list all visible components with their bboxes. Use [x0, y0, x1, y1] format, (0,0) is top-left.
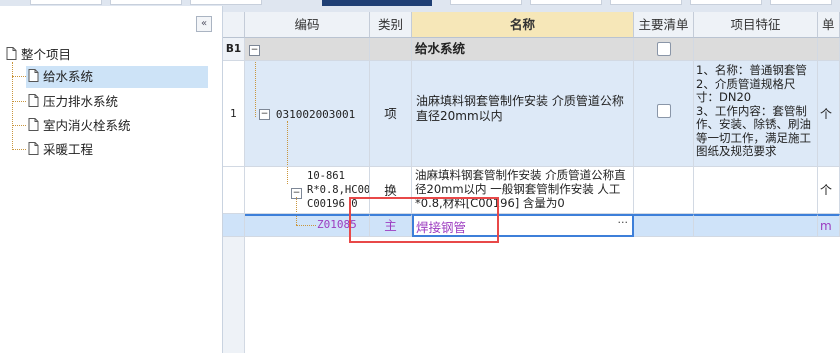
document-icon [6, 45, 17, 67]
item-name[interactable]: 油麻填料钢套管制作安装 介质管道公称直径20mm以内 [412, 61, 634, 167]
top-tab[interactable] [530, 0, 602, 5]
tree-item-label: 压力排水系统 [43, 94, 119, 109]
top-tab[interactable] [30, 0, 102, 5]
document-icon [28, 67, 39, 89]
project-tree-panel: « 整个项目 给水系统 压力排水系统 室内消火栓系统 采暖工程 [0, 6, 223, 353]
row-number: B1 [223, 38, 245, 61]
tree-item-label: 采暖工程 [43, 142, 94, 157]
tree-connector [12, 149, 26, 150]
quota-main-list-cell[interactable] [634, 167, 694, 214]
tree-connector [12, 101, 26, 102]
tree-item-pressure-drainage[interactable]: 压力排水系统 [28, 91, 118, 113]
row-number-gutter [223, 237, 245, 353]
tree-connector [287, 167, 288, 184]
document-icon [28, 92, 39, 114]
document-icon [28, 116, 39, 138]
group-row-code-cell[interactable]: − [245, 38, 370, 61]
top-tab[interactable] [450, 0, 522, 5]
tree-root-label: 整个项目 [21, 47, 72, 62]
column-header-code[interactable]: 编码 [245, 12, 370, 38]
tree-connector [12, 76, 26, 77]
group-row-category-cell[interactable] [370, 38, 412, 61]
material-main-list-cell[interactable] [634, 214, 694, 237]
item-code-wrap: − 031002003001 [259, 107, 355, 121]
column-header-category[interactable]: 类别 [370, 12, 412, 38]
group-row-unit-cell[interactable] [818, 38, 840, 61]
top-tab[interactable] [110, 0, 182, 5]
item-category[interactable]: 项 [370, 61, 412, 167]
row-number [223, 214, 245, 237]
material-feature-cell[interactable] [694, 214, 818, 237]
group-row-name[interactable]: 给水系统 [412, 38, 634, 61]
tree-connector [296, 225, 316, 226]
tree-connector [296, 216, 297, 225]
collapse-toggle-icon[interactable]: − [249, 45, 260, 56]
material-unit[interactable]: m [818, 214, 840, 237]
item-unit[interactable]: 个 [818, 61, 840, 167]
grid-top-band [223, 6, 840, 12]
collapse-toggle-icon[interactable]: − [259, 109, 270, 120]
highlight-annotation [349, 197, 499, 243]
tree-root-item[interactable]: 整个项目 [6, 44, 71, 66]
group-row-feature-cell[interactable] [694, 38, 818, 61]
tree-item-heating[interactable]: 采暖工程 [28, 139, 93, 161]
item-code: 031002003001 [275, 108, 356, 121]
tree-item-label: 给水系统 [43, 69, 94, 84]
main-list-checkbox[interactable] [656, 104, 671, 118]
top-tab[interactable] [190, 0, 262, 5]
top-tab[interactable] [770, 0, 832, 5]
tree-item-water-supply[interactable]: 给水系统 [26, 66, 208, 88]
top-tab[interactable] [690, 0, 762, 5]
tree-connector [12, 125, 26, 126]
item-feature[interactable]: 1、名称：普通钢套管 2、介质管道规格尺寸：DN20 3、工作内容：套管制作、安… [694, 61, 818, 167]
tree-connector [255, 61, 256, 117]
main-list-checkbox[interactable] [656, 42, 671, 56]
tree-connector [287, 121, 288, 166]
document-icon [28, 140, 39, 162]
column-header-name[interactable]: 名称 [412, 12, 634, 38]
item-row-code-cell[interactable]: − 031002003001 [245, 61, 370, 167]
column-header-main-list[interactable]: 主要清单 [634, 12, 694, 38]
column-header-feature[interactable]: 项目特征 [694, 12, 818, 38]
group-row-main-list-cell[interactable] [634, 38, 694, 61]
column-header-unit[interactable]: 单 [818, 12, 840, 38]
top-tab[interactable] [610, 0, 682, 5]
row-number [223, 167, 245, 214]
row-number-header [223, 12, 245, 38]
tree-item-label: 室内消火栓系统 [43, 118, 131, 133]
tree-item-fire-hydrant[interactable]: 室内消火栓系统 [28, 115, 131, 137]
quota-unit[interactable]: 个 [818, 167, 840, 214]
ellipsis-button[interactable]: ··· [618, 216, 629, 229]
bill-grid: 编码 类别 名称 主要清单 项目特征 单 B1 − 给水系统 1 − 03100… [223, 6, 840, 353]
collapse-panel-button[interactable]: « [196, 16, 212, 32]
tree-connector [296, 197, 297, 213]
quota-feature-cell[interactable] [694, 167, 818, 214]
item-main-list-cell[interactable] [634, 61, 694, 167]
row-number: 1 [223, 61, 245, 167]
